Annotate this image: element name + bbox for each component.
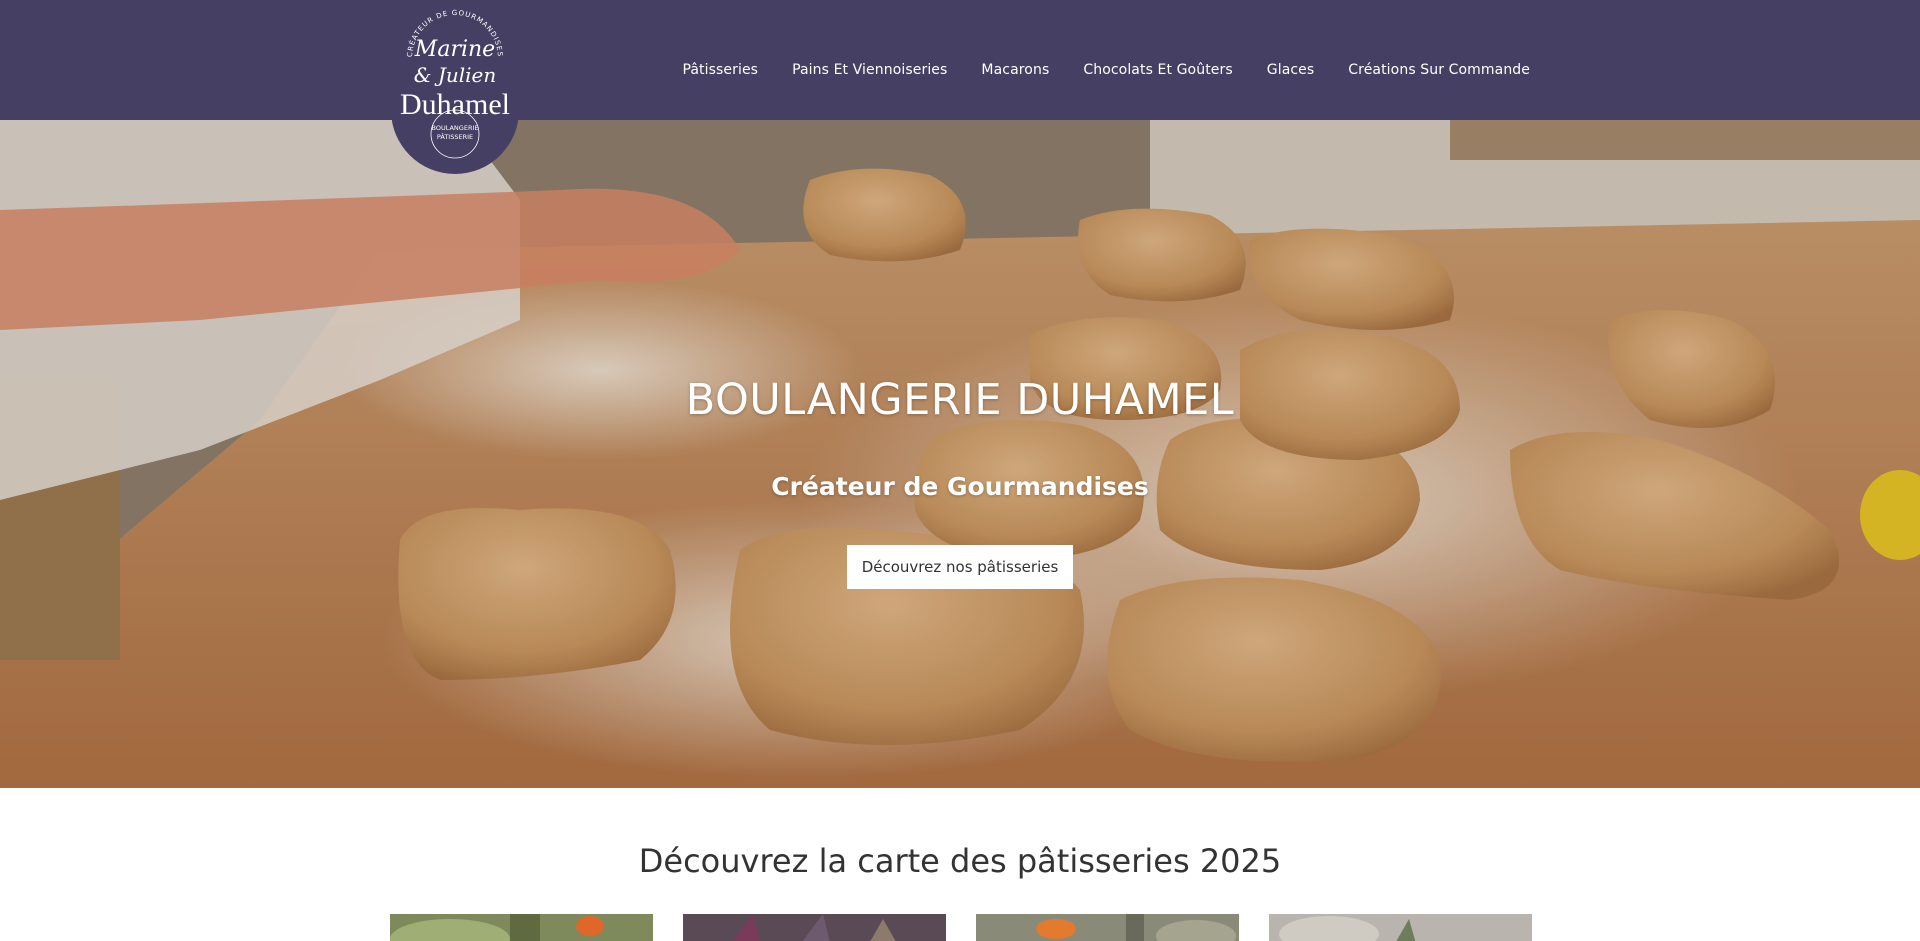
product-cards (390, 914, 1532, 941)
nav-item-patisseries[interactable]: Pâtisseries (682, 62, 758, 78)
nav-item-creations-sur-commande[interactable]: Créations Sur Commande (1348, 62, 1530, 78)
nav-item-pains-viennoiseries[interactable]: Pains Et Viennoiseries (792, 62, 947, 78)
discover-patisseries-button[interactable]: Découvrez nos pâtisseries (847, 545, 1073, 589)
product-card-image (976, 914, 1239, 941)
product-card[interactable] (390, 914, 653, 941)
svg-text:BOULANGERIE: BOULANGERIE (432, 124, 479, 132)
hero-background-image (0, 120, 1920, 788)
nav-item-glaces[interactable]: Glaces (1267, 62, 1315, 78)
section-title: Découvrez la carte des pâtisseries 2025 (638, 842, 1282, 880)
product-card[interactable] (976, 914, 1239, 941)
hero-title: BOULANGERIE DUHAMEL (685, 375, 1235, 425)
site-logo[interactable]: CRÉATEUR DE GOURMANDISES Marine & Julien… (390, 6, 520, 174)
product-card-image (683, 914, 946, 941)
nav-item-macarons[interactable]: Macarons (981, 62, 1049, 78)
product-card-image (1269, 914, 1532, 941)
svg-text:PÂTISSERIE: PÂTISSERIE (437, 132, 473, 141)
site-header: Pâtisseries Pains Et Viennoiseries Macar… (0, 0, 1920, 120)
product-card[interactable] (683, 914, 946, 941)
hero-banner: BOULANGERIE DUHAMEL Créateur de Gourmand… (0, 120, 1920, 788)
svg-text:Duhamel: Duhamel (400, 88, 510, 121)
product-card[interactable] (1269, 914, 1532, 941)
svg-text:& Julien: & Julien (414, 63, 497, 87)
hero-subtitle: Créateur de Gourmandises (771, 472, 1149, 501)
svg-text:Marine: Marine (414, 37, 495, 62)
main-nav: Pâtisseries Pains Et Viennoiseries Macar… (682, 62, 1530, 78)
nav-item-chocolats-gouters[interactable]: Chocolats Et Goûters (1083, 62, 1232, 78)
product-card-image (390, 914, 653, 941)
